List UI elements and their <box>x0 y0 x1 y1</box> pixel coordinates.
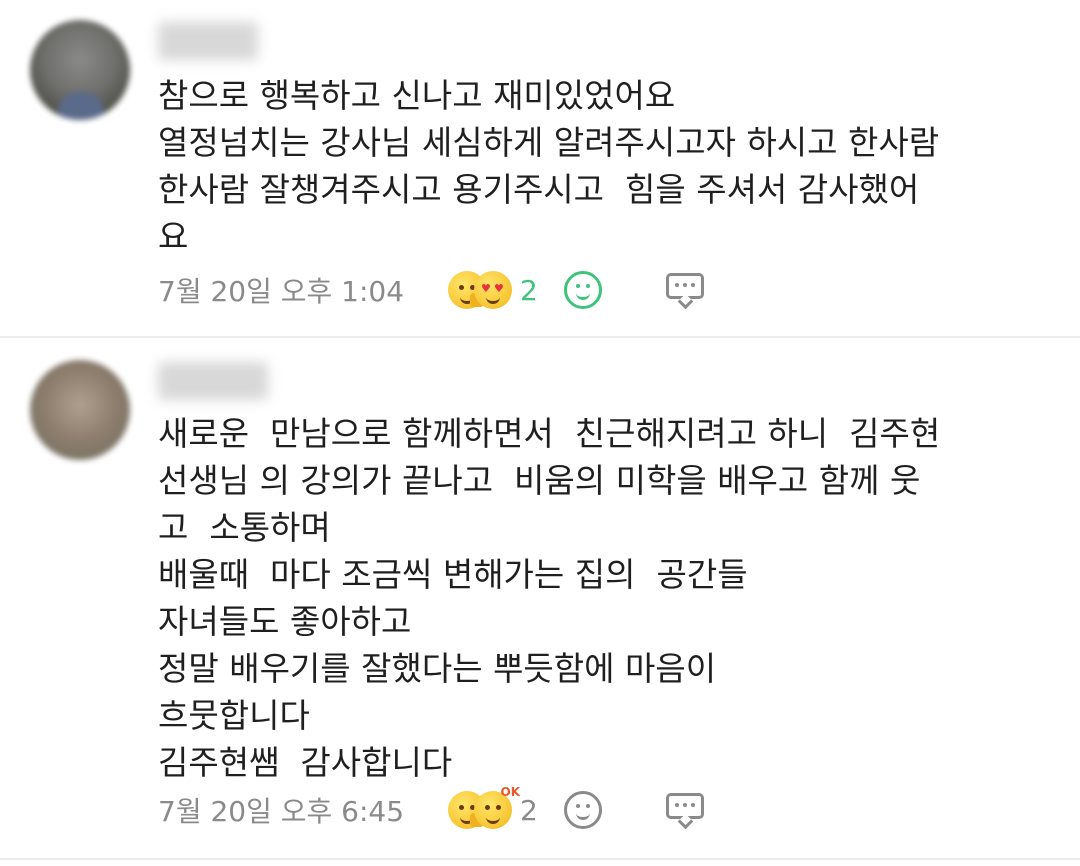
comment-line: 한사람 잘챙겨주시고 용기주시고 힘을 주셔서 감사했어 <box>158 170 920 209</box>
comment-line: 김주현쌤 감사합니다 <box>158 743 453 782</box>
comment-meta: 7월 20일 오후 6:45 OK 2 <box>158 780 706 840</box>
timestamp: 7월 20일 오후 1:04 <box>158 275 405 308</box>
comment-line: 요 <box>158 217 189 256</box>
comment-line: 참으로 행복하고 신나고 재미있었어요 <box>158 76 676 115</box>
author-name-blurred[interactable] <box>158 22 258 60</box>
comment-line: 자녀들도 좋아하고 <box>158 602 412 641</box>
comment-item: 새로운 만남으로 함께하면서 친근해지려고 하니 김주현 선생님 의 강의가 끝… <box>0 338 1080 866</box>
reply-comment-icon[interactable] <box>665 793 706 830</box>
comment-line: 정말 배우기를 잘했다는 뿌듯함에 마음이 <box>158 649 717 688</box>
divider <box>0 858 1080 860</box>
avatar[interactable] <box>30 20 130 120</box>
comment-line: 흐뭇합니다 <box>158 696 310 735</box>
heart-eyes-icon: ♥ ♥ <box>474 271 512 309</box>
reaction-count: 2 <box>520 793 538 827</box>
author-name-blurred[interactable] <box>158 362 268 400</box>
add-reaction-smile-icon[interactable] <box>563 791 602 829</box>
comment-line: 배울때 마다 조금씩 변해가는 집의 공간들 <box>158 555 748 594</box>
comment-line: 선생님 의 강의가 끝나고 비움의 미학을 배우고 함께 웃 <box>158 461 921 500</box>
avatar[interactable] <box>30 360 130 460</box>
comment-text: 참으로 행복하고 신나고 재미있었어요 열정넘치는 강사님 세심하게 알려주시고… <box>158 72 1058 260</box>
comment-meta: 7월 20일 오후 1:04 ♥ ♥ 2 <box>158 260 706 320</box>
comment-line: 열정넘치는 강사님 세심하게 알려주시고자 하시고 한사람 <box>158 123 940 162</box>
ok-face-icon: OK <box>474 785 520 829</box>
reaction-summary[interactable]: OK 2 <box>448 785 538 829</box>
comment-item: 참으로 행복하고 신나고 재미있었어요 열정넘치는 강사님 세심하게 알려주시고… <box>0 0 1080 336</box>
reaction-count: 2 <box>520 273 538 307</box>
add-reaction-smile-icon[interactable] <box>563 271 602 309</box>
comment-line: 고 소통하며 <box>158 508 331 547</box>
reply-comment-icon[interactable] <box>665 273 706 310</box>
comment-line: 새로운 만남으로 함께하면서 친근해지려고 하니 김주현 <box>158 414 941 453</box>
timestamp: 7월 20일 오후 6:45 <box>158 795 405 828</box>
reaction-summary[interactable]: ♥ ♥ 2 <box>448 271 538 309</box>
comment-text: 새로운 만남으로 함께하면서 친근해지려고 하니 김주현 선생님 의 강의가 끝… <box>158 410 1058 786</box>
